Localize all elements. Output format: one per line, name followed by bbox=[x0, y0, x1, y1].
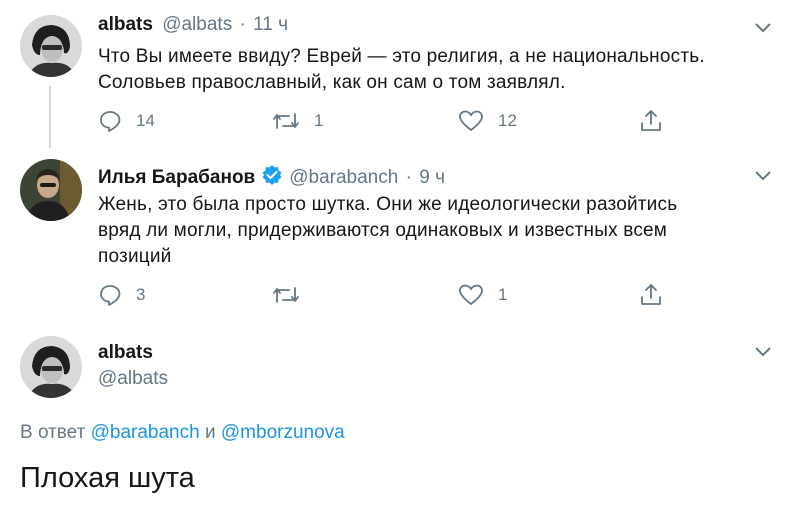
avatar-albats[interactable] bbox=[20, 336, 82, 398]
tweet1-text: Что Вы имеете ввиду? Еврей — это религия… bbox=[98, 44, 705, 96]
share-button[interactable] bbox=[638, 108, 678, 134]
avatar-image bbox=[20, 15, 82, 77]
avatar-image bbox=[20, 336, 82, 398]
share-icon bbox=[641, 110, 661, 131]
heart-icon bbox=[459, 110, 483, 132]
reply-icon bbox=[100, 285, 121, 306]
like-button[interactable]: 12 bbox=[458, 108, 517, 134]
main-author-name[interactable]: albats bbox=[98, 342, 153, 364]
retweet-count: 1 bbox=[314, 111, 324, 130]
chevron-down-icon[interactable] bbox=[752, 16, 774, 38]
retweet-icon bbox=[273, 113, 299, 129]
tweet2-text: Жень, это была просто шутка. Они же идео… bbox=[98, 192, 677, 270]
retweet-button[interactable]: 1 bbox=[272, 108, 323, 134]
author-name[interactable]: albats bbox=[98, 342, 153, 363]
author-handle[interactable]: @albats bbox=[98, 368, 168, 389]
reply-button[interactable]: 3 bbox=[98, 282, 145, 308]
retweet-button[interactable] bbox=[272, 282, 314, 308]
tweet1-header: albats @albats · 11 ч bbox=[98, 14, 288, 36]
thread-connector bbox=[49, 86, 51, 148]
reply-prefix: В ответ bbox=[20, 422, 86, 443]
timestamp[interactable]: 9 ч bbox=[419, 167, 445, 188]
chevron-down-icon[interactable] bbox=[752, 164, 774, 186]
avatar-barabanch[interactable] bbox=[20, 159, 82, 221]
like-button[interactable]: 1 bbox=[458, 282, 507, 308]
main-author-handle-row: @albats bbox=[98, 368, 168, 390]
avatar-albats[interactable] bbox=[20, 15, 82, 77]
share-icon bbox=[641, 284, 661, 305]
reply-button[interactable]: 14 bbox=[98, 108, 155, 134]
verified-badge-icon bbox=[262, 165, 282, 185]
timestamp[interactable]: 11 ч bbox=[253, 14, 288, 35]
separator-dot: · bbox=[405, 167, 412, 188]
avatar-image bbox=[20, 159, 82, 221]
separator-dot: · bbox=[239, 14, 246, 35]
tweet-text-line: Жень, это была просто шутка. Они же идео… bbox=[98, 194, 678, 215]
like-count: 12 bbox=[498, 111, 517, 130]
author-name[interactable]: albats bbox=[98, 14, 153, 35]
like-count: 1 bbox=[498, 285, 508, 304]
replying-to: В ответ @barabanch и @mborzunova bbox=[20, 422, 345, 444]
heart-icon bbox=[459, 284, 483, 306]
retweet-icon bbox=[273, 287, 299, 303]
author-handle[interactable]: @barabanch bbox=[289, 167, 398, 188]
mention-link[interactable]: @barabanch bbox=[91, 422, 200, 443]
tweet2-header: Илья Барабанов @barabanch · 9 ч bbox=[98, 164, 445, 189]
main-tweet-text: Плохая шута bbox=[20, 462, 195, 494]
tweet-text-line: вряд ли могли, придерживаются одинаковых… bbox=[98, 220, 668, 241]
reply-count: 14 bbox=[136, 111, 155, 130]
mention-link[interactable]: @mborzunova bbox=[221, 422, 345, 443]
reply-count: 3 bbox=[136, 285, 146, 304]
tweet-text-line: позиций bbox=[98, 246, 172, 267]
tweet-text-line: Соловьев православный, как он сам о том … bbox=[98, 72, 566, 93]
reply-joiner: и bbox=[204, 422, 216, 443]
author-handle[interactable]: @albats bbox=[162, 14, 232, 35]
reply-icon bbox=[100, 111, 121, 132]
chevron-down-icon[interactable] bbox=[752, 340, 774, 362]
tweet-text-line: Что Вы имеете ввиду? Еврей — это религия… bbox=[98, 46, 705, 67]
share-button[interactable] bbox=[638, 282, 678, 308]
author-name[interactable]: Илья Барабанов bbox=[98, 167, 255, 188]
